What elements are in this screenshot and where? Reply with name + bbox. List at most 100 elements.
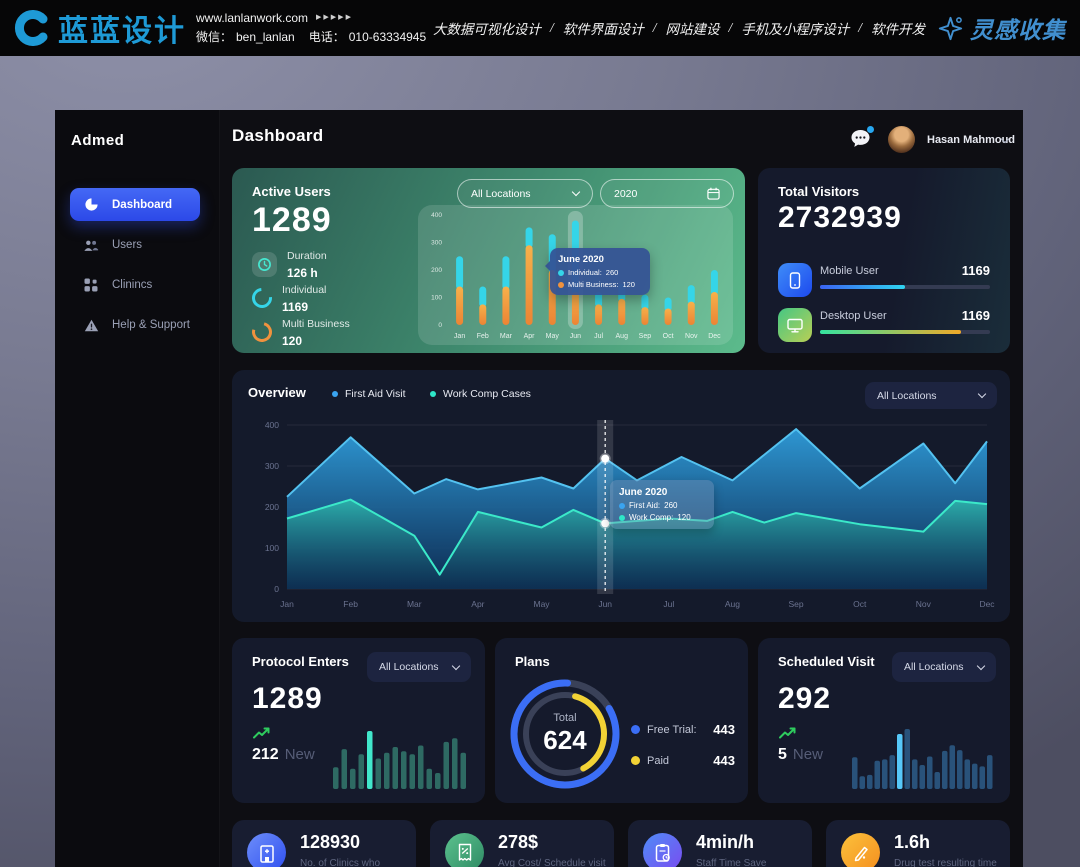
notification-dot [867,126,874,133]
protocol-delta: 212 New [252,746,315,764]
sidebar-item-users[interactable]: Users [70,230,210,260]
stat-value: 120 [282,334,302,348]
sparkle-icon [937,15,964,42]
row-value: 1169 [962,308,990,323]
phone-value: 010-63334945 [349,28,426,47]
brand-text: 蓝蓝设计 [58,6,186,50]
scheduled-visit-title: Scheduled Visit [778,654,875,669]
svg-text:Jan: Jan [454,333,465,340]
svg-text:May: May [546,333,560,340]
legend-dot [631,725,640,734]
location-dropdown[interactable]: All Locations [865,382,997,409]
chevron-down-icon [978,390,986,398]
overview-tooltip: June 2020 First Aid: 260 Work Comp: 120 [610,480,714,529]
legend-dot [430,391,436,397]
svg-text:Nov: Nov [685,333,698,340]
wechat-label: 微信： [196,28,232,47]
active-users-value: 1289 [252,201,332,240]
wechat-value: ben_lanlan [236,28,295,47]
stat-individual: Individual 1169 [252,281,350,315]
svg-text:Mar: Mar [407,599,422,609]
plans-legend: Free Trial: 443 Paid 443 [631,722,735,784]
svg-text:Dec: Dec [708,333,721,340]
svg-text:Jun: Jun [598,599,612,609]
screen: 蓝蓝设计 www.lanlanwork.com ▶▶▶▶▶ 微信： ben_la… [0,0,1080,867]
svg-text:Sep: Sep [639,333,652,340]
kpi-value: 4min/h [696,832,754,853]
grid-icon [83,278,99,292]
kpi-value: 128930 [300,832,360,853]
svg-text:400: 400 [431,212,442,219]
sidebar-item-clinics[interactable]: Clinincs [70,270,210,300]
lanlan-logo[interactable]: 蓝蓝设计 [14,6,196,50]
active-users-tooltip: June 2020 Individual: 260 Multi Business… [550,248,650,295]
location-dropdown[interactable]: All Locations [892,652,996,682]
year-dropdown[interactable]: 2020 [600,179,734,208]
legend-paid: Paid 443 [631,753,735,768]
site-url[interactable]: www.lanlanwork.com [196,9,308,28]
desktop-user-row: Desktop User 1169 [778,308,990,346]
warning-triangle-icon [83,319,99,332]
svg-text:0: 0 [274,584,279,594]
inspiration-collect-link[interactable]: 灵感收集 [937,11,1066,45]
clock-icon [252,252,277,277]
mobile-user-row: Mobile User 1169 [778,263,990,301]
kpi-label: Avg Cost/ Schedule visit [498,858,606,867]
pie-chart-icon [83,197,99,212]
nav-item-software-dev[interactable]: 软件开发 [871,18,925,38]
users-icon [83,239,99,252]
total-visitors-value: 2732939 [778,201,902,235]
nav-separator: / [728,20,732,36]
scheduled-delta: 5 New [778,746,823,764]
sidebar-item-help-support[interactable]: Help & Support [70,310,210,340]
sidebar-item-label: Dashboard [112,199,172,211]
kpi-clinics-card: 128930 No. of Clinics who upload [232,820,416,867]
chat-icon[interactable] [850,129,872,149]
row-value: 1169 [962,263,990,278]
legend-free-trial: Free Trial: 443 [631,722,735,737]
svg-text:300: 300 [431,240,442,247]
svg-text:Jun: Jun [570,333,581,340]
total-visitors-card: Total Visitors 2732939 Mobile User 1169 [758,168,1010,353]
kpi-label: Staff Time Save [696,858,804,867]
svg-text:Mar: Mar [500,333,513,340]
mobile-phone-icon [778,263,812,297]
nav-item-software-ui[interactable]: 软件界面设计 [563,18,644,38]
location-dropdown[interactable]: All Locations [367,652,471,682]
legend-dot [619,515,625,521]
nav-separator: / [550,20,554,36]
location-dropdown-value: All Locations [877,390,937,402]
legend-dot [631,756,640,765]
svg-text:Feb: Feb [477,333,489,340]
svg-text:200: 200 [431,267,442,274]
svg-text:Apr: Apr [471,599,484,609]
user-avatar[interactable] [888,126,915,153]
nav-separator: / [653,20,657,36]
nav-item-website[interactable]: 网站建设 [665,18,719,38]
kpi-label: No. of Clinics who upload [300,858,408,867]
svg-text:Aug: Aug [616,333,629,340]
nav-item-bigdata-viz[interactable]: 大数据可视化设计 [433,18,541,38]
pen-icon [841,833,880,867]
tooltip-title: June 2020 [558,254,642,265]
scheduled-visit-card: Scheduled Visit All Locations 292 5 New [758,638,1010,803]
svg-text:Jan: Jan [280,599,294,609]
location-dropdown[interactable]: All Locations [457,179,593,208]
legend-work-comp: Work Comp Cases [430,388,531,400]
ring-icon-cyan [248,284,276,312]
protocol-enters-card: Protocol Enters All Locations 1289 212 N… [232,638,485,803]
location-dropdown-value: All Locations [471,188,531,200]
legend-first-aid: First Aid Visit [332,388,406,400]
stat-value: 126 h [287,266,318,280]
stat-value: 1169 [282,300,308,314]
svg-text:May: May [534,599,551,609]
stat-label: Multi Business [282,318,350,330]
plans-card: Plans Total 624 Free Trial: 443 Pa [495,638,748,803]
scheduled-sparkline-chart [852,727,994,789]
location-dropdown-value: All Locations [904,661,964,673]
desktop-progress-bar [820,330,990,334]
dashboard-panel: Admed Dashboard Users [55,110,1023,867]
kpi-drug-test-card: 1.6h Drug test resulting time [826,820,1010,867]
sidebar-item-dashboard[interactable]: Dashboard [70,188,200,221]
nav-item-mobile-miniprogram[interactable]: 手机及小程序设计 [741,18,849,38]
